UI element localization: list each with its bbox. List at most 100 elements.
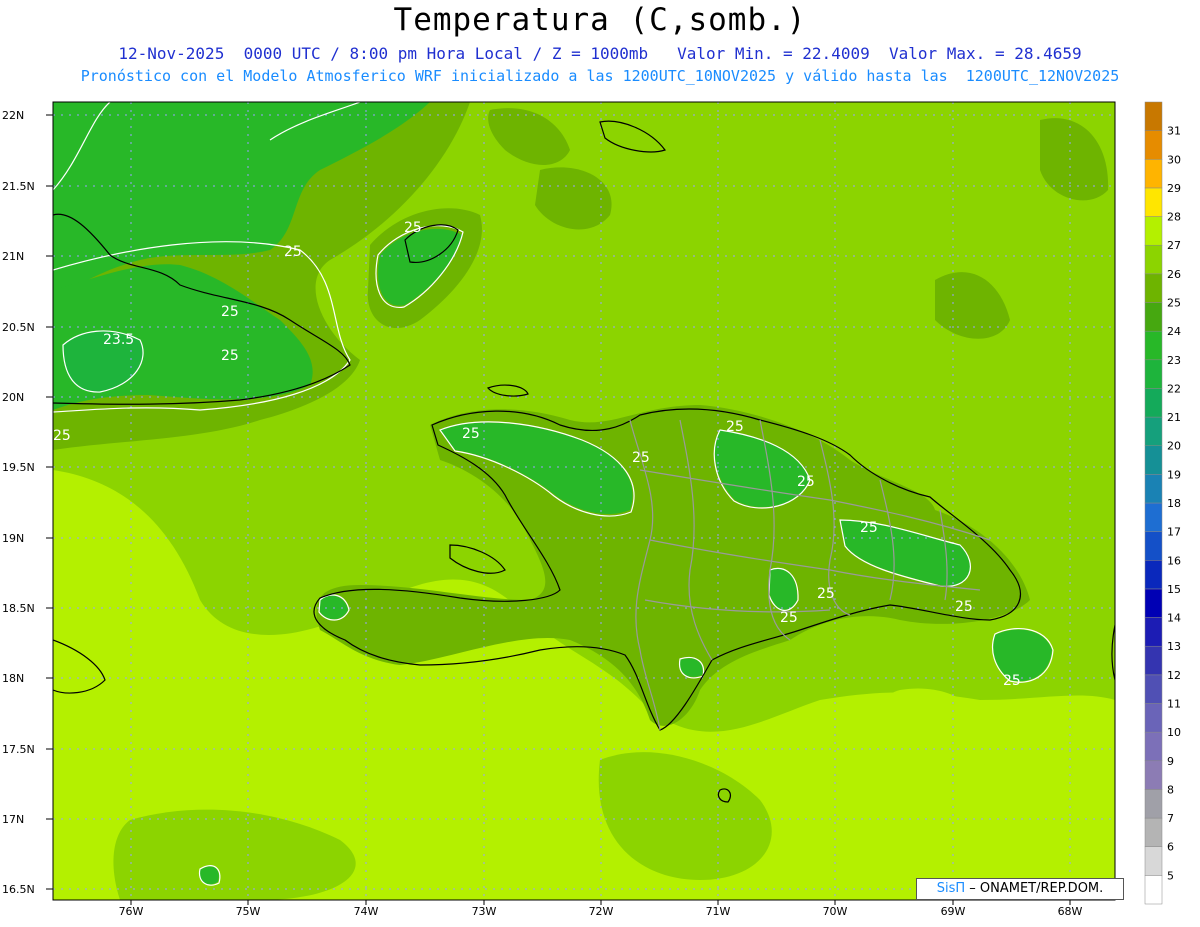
colorbar-label: 30 [1167, 153, 1181, 166]
colorbar-swatch [1144, 130, 1163, 160]
colorbar-label: 15 [1167, 583, 1181, 596]
contour-label: 25 [284, 244, 302, 260]
colorbar-swatch [1144, 359, 1163, 389]
contour-label: 25 [221, 304, 239, 320]
lon-label: 68W [1058, 905, 1083, 918]
contour-label: 25 [462, 426, 480, 442]
colorbar-swatch [1144, 703, 1163, 733]
lon-label: 71W [706, 905, 731, 918]
colorbar-label: 9 [1167, 755, 1174, 768]
lat-label: 19.5N [2, 461, 35, 474]
colorbar-swatch [1144, 588, 1163, 618]
contour-label: 25 [860, 520, 878, 536]
colorbar-swatch [1144, 187, 1163, 217]
contour-label: 25 [221, 348, 239, 364]
colorbar-label: 13 [1167, 640, 1181, 653]
colorbar-label: 23 [1167, 354, 1181, 367]
contour-label: 25 [1003, 673, 1021, 689]
colorbar-swatch [1144, 645, 1163, 676]
colorbar-swatch [1144, 474, 1163, 504]
colorbar-swatch [1144, 502, 1163, 532]
colorbar-label: 10 [1167, 726, 1181, 739]
lon-label: 72W [589, 905, 614, 918]
colorbar-swatch [1144, 760, 1163, 790]
lat-label: 21.5N [2, 180, 35, 193]
lat-label: 18.5N [2, 602, 35, 615]
colorbar-swatch [1144, 244, 1163, 275]
colorbar-label: 19 [1167, 468, 1181, 481]
colorbar-label: 11 [1167, 698, 1181, 711]
lat-label: 22N [2, 109, 24, 122]
contour-label: 25 [817, 586, 835, 602]
lon-label: 75W [236, 905, 261, 918]
lat-label: 16.5N [2, 883, 35, 896]
contour-label: 23.5 [103, 332, 134, 348]
colorbar-label: 22 [1167, 382, 1181, 395]
colorbar-swatch [1144, 674, 1163, 704]
colorbar-swatch [1144, 531, 1163, 561]
colorbar-label: 29 [1167, 182, 1181, 195]
colorbar-label: 7 [1167, 812, 1174, 825]
lon-label: 74W [354, 905, 379, 918]
credit-box: SisΠ – ONAMET/REP.DOM. [916, 878, 1124, 900]
colorbar-swatch [1144, 445, 1163, 475]
colorbar-swatch [1144, 789, 1163, 819]
colorbar-swatch [1144, 817, 1163, 847]
temperature-map: 25 25 25 25 23.5 25 25 25 25 25 25 25 25… [2, 101, 1181, 918]
colorbar-label: 27 [1167, 239, 1181, 252]
lon-label: 73W [472, 905, 497, 918]
colorbar-label: 28 [1167, 211, 1181, 224]
colorbar-label: 21 [1167, 411, 1181, 424]
longitude-labels: 76W 75W 74W 73W 72W 71W 70W 69W 68W [119, 905, 1083, 918]
colorbar-swatch [1144, 302, 1163, 332]
lat-ticks [46, 114, 53, 890]
colorbar-swatch [1144, 560, 1163, 590]
contour-label: 25 [404, 220, 422, 236]
credit-text: – ONAMET/REP.DOM. [965, 881, 1104, 896]
colorbar-swatch [1144, 617, 1163, 647]
lat-label: 17N [2, 813, 24, 826]
lat-label: 19N [2, 532, 24, 545]
contour-label: 25 [780, 610, 798, 626]
colorbar-label: 20 [1167, 440, 1181, 453]
colorbar-label: 31 [1167, 125, 1181, 138]
colorbar-label: 5 [1167, 869, 1174, 882]
colorbar: 5 6 7 8 9 10 11 12 13 14 15 16 17 18 19 20 21 22 23 24 25 26 2… [1144, 101, 1181, 905]
colorbar-swatch [1144, 388, 1163, 418]
lat-label: 21N [2, 250, 24, 263]
colorbar-swatch [1144, 101, 1163, 131]
lon-ticks [130, 900, 1071, 905]
contour-label: 25 [797, 474, 815, 490]
colorbar-swatch [1144, 273, 1163, 303]
lat-label: 20N [2, 391, 24, 404]
colorbar-label: 16 [1167, 554, 1181, 567]
colorbar-swatch [1144, 159, 1163, 189]
latitude-labels: 22N 21.5N 21N 20.5N 20N 19.5N 19N 18.5N … [2, 109, 35, 896]
colorbar-swatch [1144, 875, 1163, 905]
contour-label: 25 [632, 450, 650, 466]
lon-label: 70W [823, 905, 848, 918]
colorbar-swatch [1144, 731, 1163, 762]
lat-label: 17.5N [2, 743, 35, 756]
colorbar-swatch [1144, 216, 1163, 246]
temperature-field [53, 102, 1115, 900]
lat-label: 20.5N [2, 321, 35, 334]
colorbar-label: 26 [1167, 268, 1181, 281]
colorbar-swatch [1144, 416, 1163, 446]
lon-label: 69W [941, 905, 966, 918]
colorbar-label: 6 [1167, 841, 1174, 854]
contour-label: 25 [726, 419, 744, 435]
colorbar-label: 17 [1167, 526, 1181, 539]
lon-label: 76W [119, 905, 144, 918]
colorbar-label: 8 [1167, 783, 1174, 796]
lat-label: 18N [2, 672, 24, 685]
contour-label: 25 [53, 428, 71, 444]
colorbar-label: 24 [1167, 325, 1181, 338]
sispi-logo: SisΠ [936, 881, 966, 896]
colorbar-label: 14 [1167, 612, 1181, 625]
colorbar-label: 18 [1167, 497, 1181, 510]
colorbar-label: 25 [1167, 297, 1181, 310]
colorbar-swatch [1144, 846, 1163, 876]
colorbar-label: 12 [1167, 669, 1181, 682]
colorbar-swatch [1144, 330, 1163, 361]
